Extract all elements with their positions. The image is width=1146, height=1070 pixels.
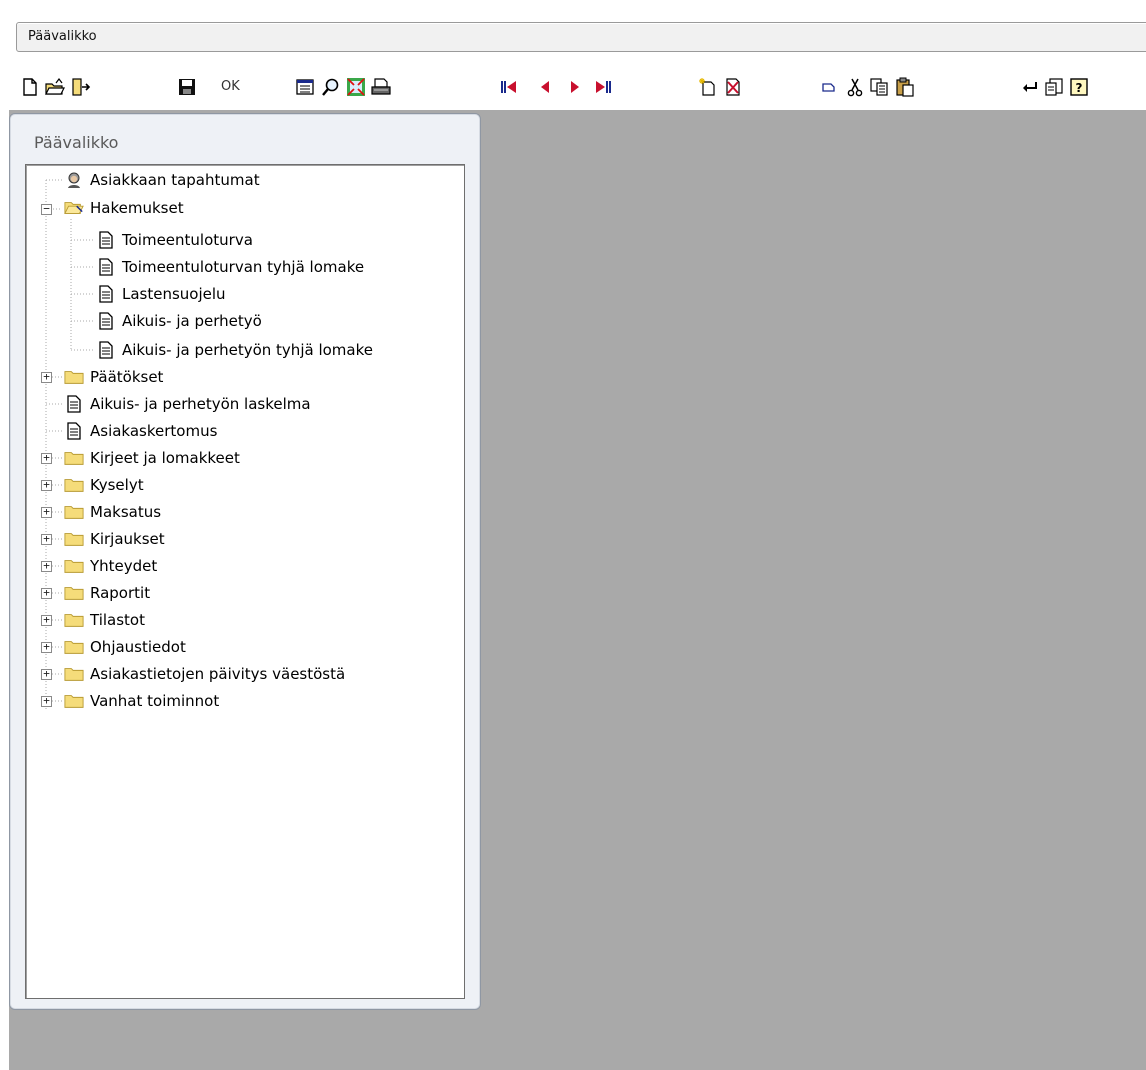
notes-icon[interactable] bbox=[1042, 74, 1066, 100]
open-icon[interactable] bbox=[43, 74, 67, 100]
new-icon[interactable] bbox=[18, 74, 42, 100]
folder-icon bbox=[64, 665, 84, 683]
first-record-icon[interactable] bbox=[497, 74, 521, 100]
expand-kirjaukset[interactable]: + bbox=[41, 533, 52, 545]
tree-item-asiakkaan-tapahtumat[interactable]: Asiakkaan tapahtumat bbox=[64, 170, 260, 190]
tree-item-kyselyt[interactable]: Kyselyt bbox=[64, 475, 144, 495]
tree-item-aikuis-ja-perhetyo[interactable]: Aikuis- ja perhetyö bbox=[96, 311, 262, 331]
copy-icon[interactable] bbox=[867, 74, 891, 100]
delete-record-icon[interactable] bbox=[721, 74, 745, 100]
expand-kirjeet[interactable]: + bbox=[41, 452, 52, 464]
tree-item-kirjeet-ja-lomakkeet[interactable]: Kirjeet ja lomakkeet bbox=[64, 448, 240, 468]
tree-item-vanhat-toiminnot[interactable]: Vanhat toiminnot bbox=[64, 691, 219, 711]
tree-item-yhteydet[interactable]: Yhteydet bbox=[64, 556, 157, 576]
folder-icon bbox=[64, 692, 84, 710]
document-icon bbox=[64, 395, 84, 413]
expand-vanhat[interactable]: + bbox=[41, 695, 52, 707]
expand-paatokset[interactable]: + bbox=[41, 371, 52, 383]
tree-item-kirjaukset[interactable]: Kirjaukset bbox=[64, 529, 165, 549]
tree-item-hakemukset[interactable]: Hakemukset bbox=[64, 198, 184, 218]
person-icon bbox=[64, 171, 84, 189]
tree-item-paatokset[interactable]: Päätökset bbox=[64, 367, 163, 387]
panel-title: Päävalikko bbox=[34, 133, 119, 152]
folder-open-icon bbox=[64, 199, 84, 217]
expand-kyselyt[interactable]: + bbox=[41, 479, 52, 491]
document-icon bbox=[96, 231, 116, 249]
form-icon[interactable] bbox=[293, 74, 317, 100]
folder-icon bbox=[64, 449, 84, 467]
collapse-hakemukset[interactable]: − bbox=[41, 203, 52, 215]
tree-item-lastensuojelu[interactable]: Lastensuojelu bbox=[96, 284, 226, 304]
cut-icon[interactable] bbox=[843, 74, 867, 100]
expand-raportit[interactable]: + bbox=[41, 587, 52, 599]
menu-tree[interactable]: − + + + + + + + + + + + Asiakkaan tapaht… bbox=[25, 164, 465, 999]
document-icon bbox=[64, 422, 84, 440]
next-record-icon[interactable] bbox=[563, 74, 587, 100]
svg-text:?: ? bbox=[1076, 81, 1083, 95]
help-icon[interactable]: ? bbox=[1067, 74, 1091, 100]
document-icon bbox=[96, 341, 116, 359]
folder-icon bbox=[64, 503, 84, 521]
select-icon[interactable] bbox=[817, 74, 841, 100]
expand-maksatus[interactable]: + bbox=[41, 506, 52, 518]
folder-icon bbox=[64, 584, 84, 602]
folder-icon bbox=[64, 611, 84, 629]
folder-icon bbox=[64, 638, 84, 656]
document-icon bbox=[96, 258, 116, 276]
expand-tilastot[interactable]: + bbox=[41, 614, 52, 626]
document-icon bbox=[96, 285, 116, 303]
folder-icon bbox=[64, 368, 84, 386]
window-title: Päävalikko bbox=[28, 29, 97, 44]
search-icon[interactable] bbox=[319, 74, 343, 100]
folder-icon bbox=[64, 557, 84, 575]
exit-icon[interactable] bbox=[69, 74, 93, 100]
window-edge bbox=[0, 0, 9, 1070]
ok-button[interactable]: OK bbox=[221, 79, 240, 94]
tree-item-toimeentuloturvan-tyhja-lomake[interactable]: Toimeentuloturvan tyhjä lomake bbox=[96, 257, 364, 277]
tree-item-ohjaustiedot[interactable]: Ohjaustiedot bbox=[64, 637, 186, 657]
new-record-icon[interactable] bbox=[696, 74, 720, 100]
tree-item-aikuis-ja-perhetyon-laskelma[interactable]: Aikuis- ja perhetyön laskelma bbox=[64, 394, 311, 414]
main-menu-panel: Päävalikko − + + + + + + + + + + + Asiak… bbox=[9, 113, 481, 1010]
back-icon[interactable] bbox=[1017, 74, 1041, 100]
document-icon bbox=[96, 312, 116, 330]
zoom-icon[interactable] bbox=[344, 74, 368, 100]
expand-ohjaustiedot[interactable]: + bbox=[41, 641, 52, 653]
last-record-icon[interactable] bbox=[591, 74, 615, 100]
tree-item-maksatus[interactable]: Maksatus bbox=[64, 502, 161, 522]
tree-item-aikuis-ja-perhetyon-tyhja-lomake[interactable]: Aikuis- ja perhetyön tyhjä lomake bbox=[96, 340, 373, 360]
expand-yhteydet[interactable]: + bbox=[41, 560, 52, 572]
folder-icon bbox=[64, 476, 84, 494]
tree-item-toimeentuloturva[interactable]: Toimeentuloturva bbox=[96, 230, 253, 250]
tree-item-asiakaskertomus[interactable]: Asiakaskertomus bbox=[64, 421, 217, 441]
print-icon[interactable] bbox=[369, 74, 393, 100]
save-icon[interactable] bbox=[175, 74, 199, 100]
title-bar: Päävalikko bbox=[16, 22, 1146, 52]
toolbar: OK ? bbox=[9, 70, 1146, 110]
expand-paivitys[interactable]: + bbox=[41, 668, 52, 680]
folder-icon bbox=[64, 530, 84, 548]
tree-item-raportit[interactable]: Raportit bbox=[64, 583, 150, 603]
paste-icon[interactable] bbox=[893, 74, 917, 100]
tree-item-asiakastietojen-paivitys[interactable]: Asiakastietojen päivitys väestöstä bbox=[64, 664, 345, 684]
tree-item-tilastot[interactable]: Tilastot bbox=[64, 610, 145, 630]
previous-record-icon[interactable] bbox=[533, 74, 557, 100]
